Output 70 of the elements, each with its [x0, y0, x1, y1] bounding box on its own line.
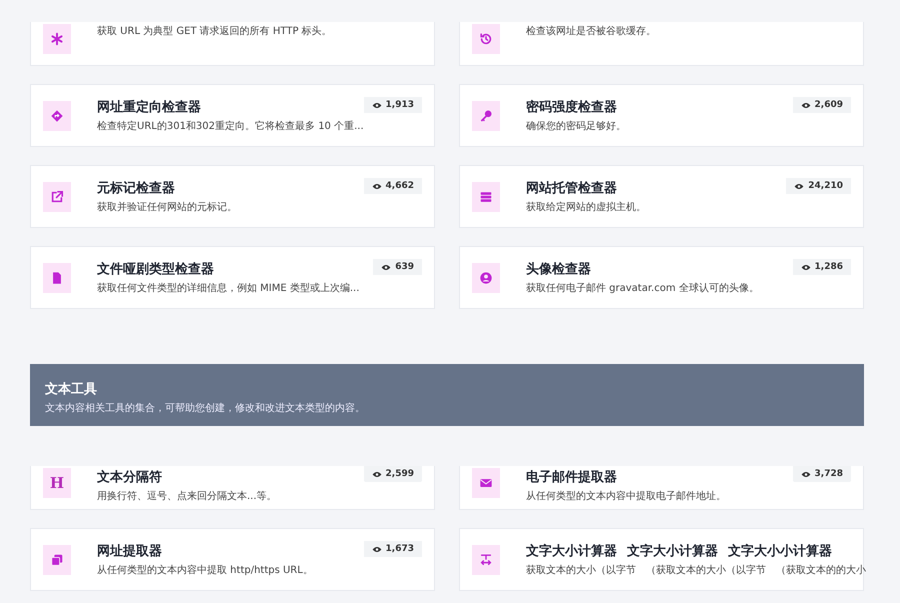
eye-icon [372, 546, 382, 552]
tool-card[interactable]: 获取 URL 为典型 GET 请求返回的所有 HTTP 标头。 [30, 22, 435, 66]
tool-description: 获取并验证任何网站的元标记。 [97, 200, 237, 214]
eye-icon [794, 182, 804, 190]
section-description: 文本内容相关工具的集合，可帮助您创建，修改和改进文本类型的内容。 [45, 402, 366, 415]
external-link-icon [50, 190, 64, 204]
tool-title: 电子邮件提取器 [526, 469, 617, 486]
tool-description: （获取文本的大小（以字节 [646, 564, 766, 577]
tool-description: 确保您的密码足够好。 [526, 120, 626, 133]
key-icon [479, 108, 493, 122]
tool-title: 网站托管检查器 [526, 180, 617, 197]
tool-description: 获取给定网站的虚拟主机。 [526, 200, 646, 214]
envelope-icon [479, 476, 493, 490]
tool-description: 检查该网址是否被谷歌缓存。 [526, 24, 656, 38]
eye-icon [372, 470, 382, 478]
tool-description: 获取文本的大小（以字节 [526, 564, 636, 577]
letter-icon: H [50, 474, 64, 492]
tool-description: 从任何类型的文本内容中提取电子邮件地址。 [526, 490, 726, 503]
tool-title: 文字大小计算器 [627, 542, 718, 560]
tool-card[interactable]: 文件哑剧类型检查器 获取任何文件类型的详细信息，例如 MIME 类型或上次编... 639 [30, 246, 435, 309]
tool-title: 文字大小计算器 [526, 542, 617, 560]
tool-card[interactable]: 头像检查器 获取任何电子邮件 gravatar.com 全球认可的头像。 1,286 [459, 246, 864, 309]
view-count-text: 3,728 [814, 469, 843, 479]
view-count-text: 2,599 [386, 469, 414, 479]
tool-title: 头像检查器 [526, 261, 591, 278]
tool-card[interactable]: 密码强度检查器 确保您的密码足够好。 2,609 [459, 84, 864, 147]
copy-icon [50, 552, 64, 566]
diamond-arrow-icon [50, 108, 64, 122]
view-count-text: 2,609 [814, 100, 843, 110]
server-icon [479, 190, 493, 204]
tool-description: 从任何类型的文本内容中提取 http/https URL。 [97, 564, 313, 577]
tool-title: 元标记检查器 [97, 180, 175, 197]
tool-title: 文本分隔符 [97, 468, 162, 486]
history-icon [479, 32, 493, 46]
view-count-text: 24,210 [808, 181, 843, 191]
view-count-text: 1,286 [814, 262, 843, 272]
file-icon [50, 270, 64, 284]
asterisk-icon [50, 32, 64, 46]
eye-icon [381, 264, 392, 270]
tool-description: 检查特定URL的301和302重定向。它将检查最多 10 个重... [97, 120, 364, 133]
section-title: 文本工具 [45, 380, 98, 398]
tool-card[interactable]: 网址重定向检查器 检查特定URL的301和302重定向。它将检查最多 10 个重... 1,913 [30, 84, 435, 147]
eye-icon [800, 102, 811, 108]
tool-title: 文字大小小计算器 [728, 542, 832, 560]
user-icon [479, 270, 493, 284]
eye-icon [800, 264, 811, 270]
tool-card[interactable]: 元标记检查器 获取并验证任何网站的元标记。 4,662 [30, 165, 435, 228]
tool-card[interactable]: 文字大小计算器 文字大小计算器 文字大小小计算器 获取文本的大小（以字节 （获取文本的大小（以字节 （获取文本的的大小 [459, 528, 864, 591]
text-size-icon [479, 552, 493, 566]
tool-card[interactable]: 网站托管检查器 获取给定网站的虚拟主机。 24,210 [459, 165, 864, 228]
view-count-text: 639 [395, 262, 414, 272]
tool-description: 用换行符、逗号、点来回分隔文本...等。 [97, 490, 277, 503]
tool-card[interactable]: 检查该网址是否被谷歌缓存。 [459, 22, 864, 66]
tool-title: 文件哑剧类型检查器 [97, 260, 214, 278]
tool-description: 获取任何电子邮件 gravatar.com 全球认可的头像。 [526, 282, 759, 295]
tool-title: 网址提取器 [97, 543, 162, 560]
view-count-text: 1,673 [386, 544, 414, 554]
view-count-text: 4,662 [386, 181, 414, 191]
tool-description: 获取 URL 为典型 GET 请求返回的所有 HTTP 标头。 [97, 24, 332, 38]
eye-icon [372, 182, 382, 190]
tool-title: 密码强度检查器 [526, 98, 617, 116]
eye-icon [800, 470, 811, 478]
tool-description: 获取任何文件类型的详细信息，例如 MIME 类型或上次编... [97, 282, 360, 295]
tool-title: 网址重定向检查器 [97, 98, 201, 116]
view-count-text: 1,913 [386, 100, 414, 110]
tool-card[interactable]: 电子邮件提取器 从任何类型的文本内容中提取电子邮件地址。 3,728 [459, 466, 864, 510]
tool-card[interactable]: 网址提取器 从任何类型的文本内容中提取 http/https URL。 1,673 [30, 528, 435, 591]
tool-description: （获取文本的的大小 [776, 564, 866, 577]
eye-icon [372, 102, 382, 108]
tool-card[interactable]: H 文本分隔符 用换行符、逗号、点来回分隔文本...等。 2,599 [30, 466, 435, 510]
